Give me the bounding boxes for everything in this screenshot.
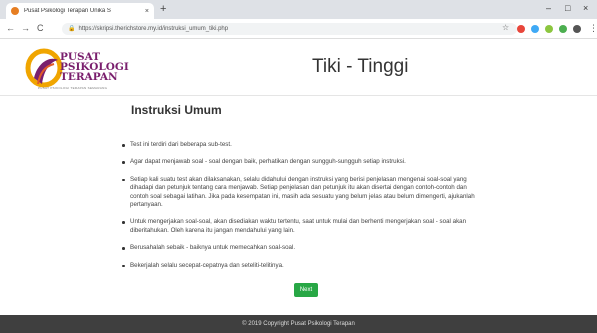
list-item: Agar dapat menjawab soal - soal dengan b… (122, 158, 482, 166)
address-toolbar: ← → C 🔒 https://skripsi.therichstore.my.i… (0, 19, 597, 39)
list-item: Untuk mengerjakan soal-soal, akan disedi… (122, 218, 482, 235)
lock-icon: 🔒 (68, 26, 76, 32)
logo-line-3: TERAPAN (60, 71, 118, 83)
minimize-button[interactable]: – (546, 3, 551, 13)
section-title: Instruksi Umum (131, 103, 222, 117)
extension-icon[interactable] (517, 25, 525, 33)
reload-button[interactable]: C (37, 23, 44, 33)
logo-wordmark: PUSAT PSIKOLOGI TERAPAN (60, 52, 129, 83)
extension-icon[interactable] (531, 25, 539, 33)
list-item: Berusahalah sebaik - baiknya untuk memec… (122, 244, 482, 252)
list-item: Setiap kali suatu test akan dilaksanakan… (122, 176, 482, 209)
address-bar[interactable]: 🔒 https://skripsi.therichstore.my.id/inst… (62, 23, 517, 35)
site-favicon-icon (11, 7, 19, 15)
browser-tab[interactable]: Pusat Psikologi Terapan Unika S × (6, 3, 154, 19)
tab-title: Pusat Psikologi Terapan Unika S (24, 8, 111, 14)
page-title: Tiki - Tinggi (312, 56, 409, 77)
browser-menu-icon[interactable]: ⋮ (589, 23, 597, 34)
next-button[interactable]: Next (294, 283, 318, 297)
extension-icon[interactable] (545, 25, 553, 33)
bookmark-star-icon[interactable]: ☆ (502, 23, 509, 32)
maximize-button[interactable]: □ (565, 3, 570, 13)
close-window-button[interactable]: × (583, 3, 588, 13)
back-button[interactable]: ← (6, 23, 15, 33)
list-item: Bekerjalah selalu secepat-cepatnya dan s… (122, 262, 482, 270)
profile-avatar[interactable] (573, 25, 581, 33)
forward-button[interactable]: → (21, 23, 30, 33)
list-item: Test ini terdiri dari beberapa sub-test. (122, 141, 482, 149)
new-tab-button[interactable]: + (160, 3, 166, 16)
extension-icon[interactable] (559, 25, 567, 33)
footer-copyright: © 2019 Copyright Pusat Psikologi Terapan (0, 315, 597, 333)
instruction-list: Test ini terdiri dari beberapa sub-test.… (122, 141, 482, 279)
logo-tagline: PUSAT PSIKOLOGI TERAPAN SEMARANG (38, 86, 108, 90)
tab-close-icon[interactable]: × (145, 8, 149, 15)
browser-tab-strip: Pusat Psikologi Terapan Unika S × + – □ … (0, 0, 597, 19)
url-text: https://skripsi.therichstore.my.id/instr… (78, 26, 229, 32)
